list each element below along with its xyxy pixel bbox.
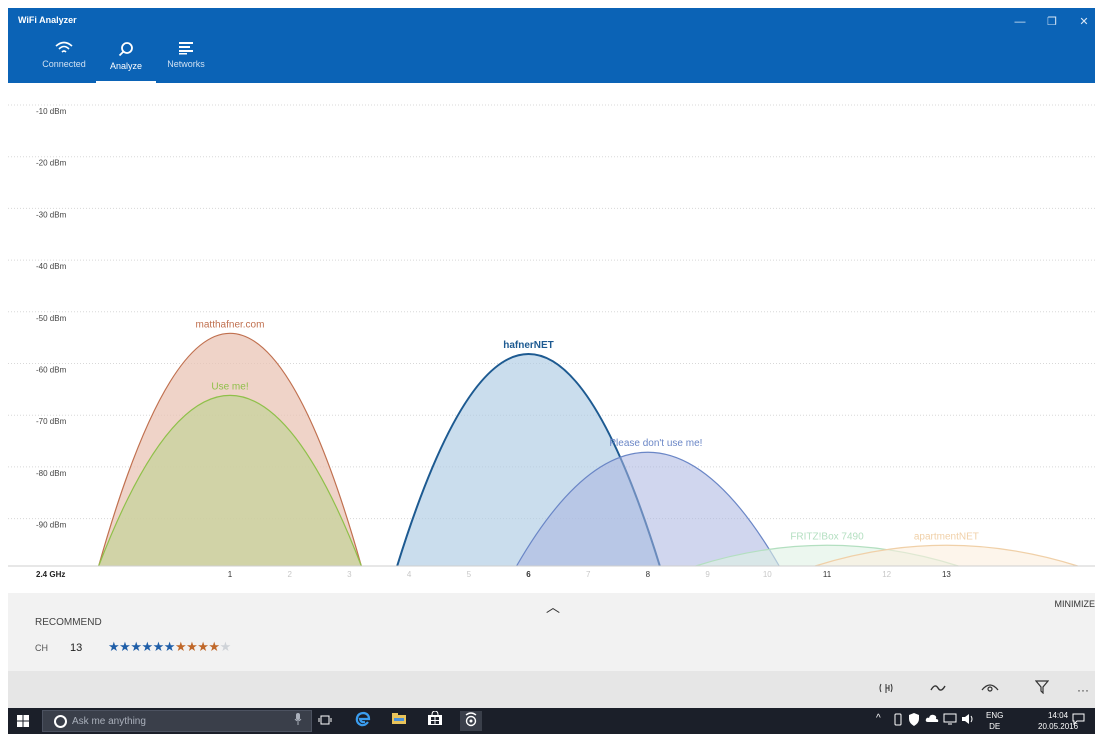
- rating-star-icon: ★: [119, 639, 131, 654]
- tab-connected-label: Connected: [42, 59, 86, 69]
- x-tick-label: 3: [347, 570, 352, 579]
- x-tick-label: 1: [228, 570, 233, 579]
- windows-start-button[interactable]: [8, 708, 38, 734]
- input-language[interactable]: ENG DE: [986, 710, 1003, 732]
- network-label: FRITZ!Box 7490: [790, 531, 864, 542]
- tab-networks[interactable]: Networks: [156, 36, 216, 83]
- rating-star-icon: ★: [130, 639, 142, 654]
- list-icon: [179, 42, 193, 55]
- tray-cloud-icon[interactable]: [925, 713, 939, 726]
- rating-star-icon: ★: [197, 639, 209, 654]
- more-icon[interactable]: ···: [1071, 680, 1095, 700]
- y-tick-label: -10 dBm: [36, 107, 67, 116]
- x-tick-label: 2: [287, 570, 292, 579]
- search-icon: [118, 42, 133, 57]
- x-tick-label: 6: [526, 570, 531, 579]
- cortana-search-box[interactable]: Ask me anything: [42, 710, 312, 732]
- command-bar: ···: [8, 671, 1095, 708]
- network-label: Please don't use me!: [609, 438, 702, 449]
- tab-connected[interactable]: Connected: [34, 36, 94, 83]
- minimize-window-button[interactable]: —: [1005, 12, 1035, 32]
- title-bar: WiFi Analyzer — ❐ ✕ Connected Analyze Ne…: [8, 8, 1095, 83]
- signal-chart-svg: -10 dBm -20 dBm -30 dBm -40 dBm -50 dBm -60 d…: [8, 104, 1095, 579]
- notification-center-icon[interactable]: [1072, 713, 1085, 728]
- y-tick-label: -90 dBm: [36, 521, 67, 530]
- x-tick-label: 4: [407, 570, 412, 579]
- band-label: 2.4 GHz: [36, 570, 65, 579]
- lang-top: ENG: [986, 711, 1004, 720]
- tray-volume-icon[interactable]: [961, 713, 975, 728]
- y-tick-label: -80 dBm: [36, 469, 67, 478]
- tab-analyze[interactable]: Analyze: [96, 36, 156, 83]
- app-title: WiFi Analyzer: [18, 15, 77, 25]
- y-tick-label: -40 dBm: [36, 262, 67, 271]
- network-label: Use me!: [211, 381, 248, 392]
- wifi-analyzer-taskbar-icon[interactable]: [460, 711, 482, 731]
- tray-network-icon[interactable]: [943, 713, 957, 728]
- x-tick-label: 13: [942, 570, 951, 579]
- minimize-panel-button[interactable]: MINIMIZE: [1055, 599, 1095, 609]
- file-explorer-icon[interactable]: [388, 711, 410, 731]
- network-label: apartmentNET: [914, 531, 979, 542]
- recommended-channel: 13: [70, 642, 83, 654]
- tray-device-icon[interactable]: [894, 713, 902, 729]
- rating-star-icon: ★: [108, 639, 120, 654]
- x-tick-label: 9: [705, 570, 710, 579]
- tab-networks-label: Networks: [167, 59, 205, 69]
- y-tick-label: -50 dBm: [36, 314, 67, 323]
- x-tick-label: 10: [763, 570, 772, 579]
- x-tick-label: 12: [882, 570, 891, 579]
- recommend-panel: ︿ MINIMIZE RECOMMEND CH 13 ★★★★★★★★★★★: [8, 593, 1095, 671]
- close-window-button[interactable]: ✕: [1069, 12, 1095, 32]
- signal-chart: -10 dBm -20 dBm -30 dBm -40 dBm -50 dBm -60 d…: [8, 83, 1095, 593]
- y-tick-label: -60 dBm: [36, 366, 67, 375]
- filter-icon[interactable]: [1030, 680, 1054, 700]
- y-tick-label: -20 dBm: [36, 159, 67, 168]
- recommend-title: RECOMMEND: [35, 617, 102, 628]
- task-view-icon[interactable]: [314, 711, 336, 731]
- lang-bottom: DE: [989, 722, 1001, 731]
- rating-star-icon: ★: [141, 639, 153, 654]
- chevron-up-icon[interactable]: ︿: [546, 597, 560, 617]
- tray-shield-icon[interactable]: [908, 713, 920, 729]
- channel-rating: ★★★★★★★★★★★: [108, 639, 231, 655]
- tab-analyze-label: Analyze: [109, 61, 143, 71]
- eye-icon[interactable]: [978, 680, 1002, 700]
- microphone-icon[interactable]: [287, 711, 309, 731]
- network-label: hafnerNET: [503, 340, 554, 351]
- x-tick-label: 5: [467, 570, 472, 579]
- x-tick-label: 8: [646, 570, 651, 579]
- wave-icon[interactable]: [926, 680, 950, 700]
- y-tick-label: -30 dBm: [36, 210, 67, 219]
- rating-star-icon: ★: [174, 639, 187, 654]
- rating-star-icon: ★: [208, 639, 220, 654]
- y-tick-label: -70 dBm: [36, 417, 67, 426]
- store-icon[interactable]: [424, 710, 446, 731]
- x-tick-label: 11: [823, 570, 832, 579]
- search-placeholder: Ask me anything: [72, 716, 146, 727]
- cortana-icon: [54, 715, 67, 728]
- rating-star-icon: ★: [186, 639, 198, 654]
- windows-logo-icon: [17, 715, 29, 727]
- channel-label: CH: [35, 643, 48, 653]
- taskbar: Ask me anything ^ ENG DE 14:04 20.05.201…: [8, 708, 1095, 734]
- restore-window-button[interactable]: ❐: [1037, 12, 1067, 32]
- network-label: matthafner.com: [196, 319, 265, 330]
- x-tick-label: 7: [586, 570, 591, 579]
- tray-overflow-icon[interactable]: ^: [876, 713, 881, 724]
- edge-browser-icon[interactable]: [352, 711, 374, 731]
- rating-star-icon: ★: [219, 639, 232, 654]
- network-signal-area: [98, 395, 362, 566]
- antenna-icon[interactable]: [874, 680, 898, 700]
- rating-star-icon: ★: [163, 639, 176, 654]
- rating-star-icon: ★: [152, 639, 165, 654]
- wifi-icon: [55, 41, 73, 53]
